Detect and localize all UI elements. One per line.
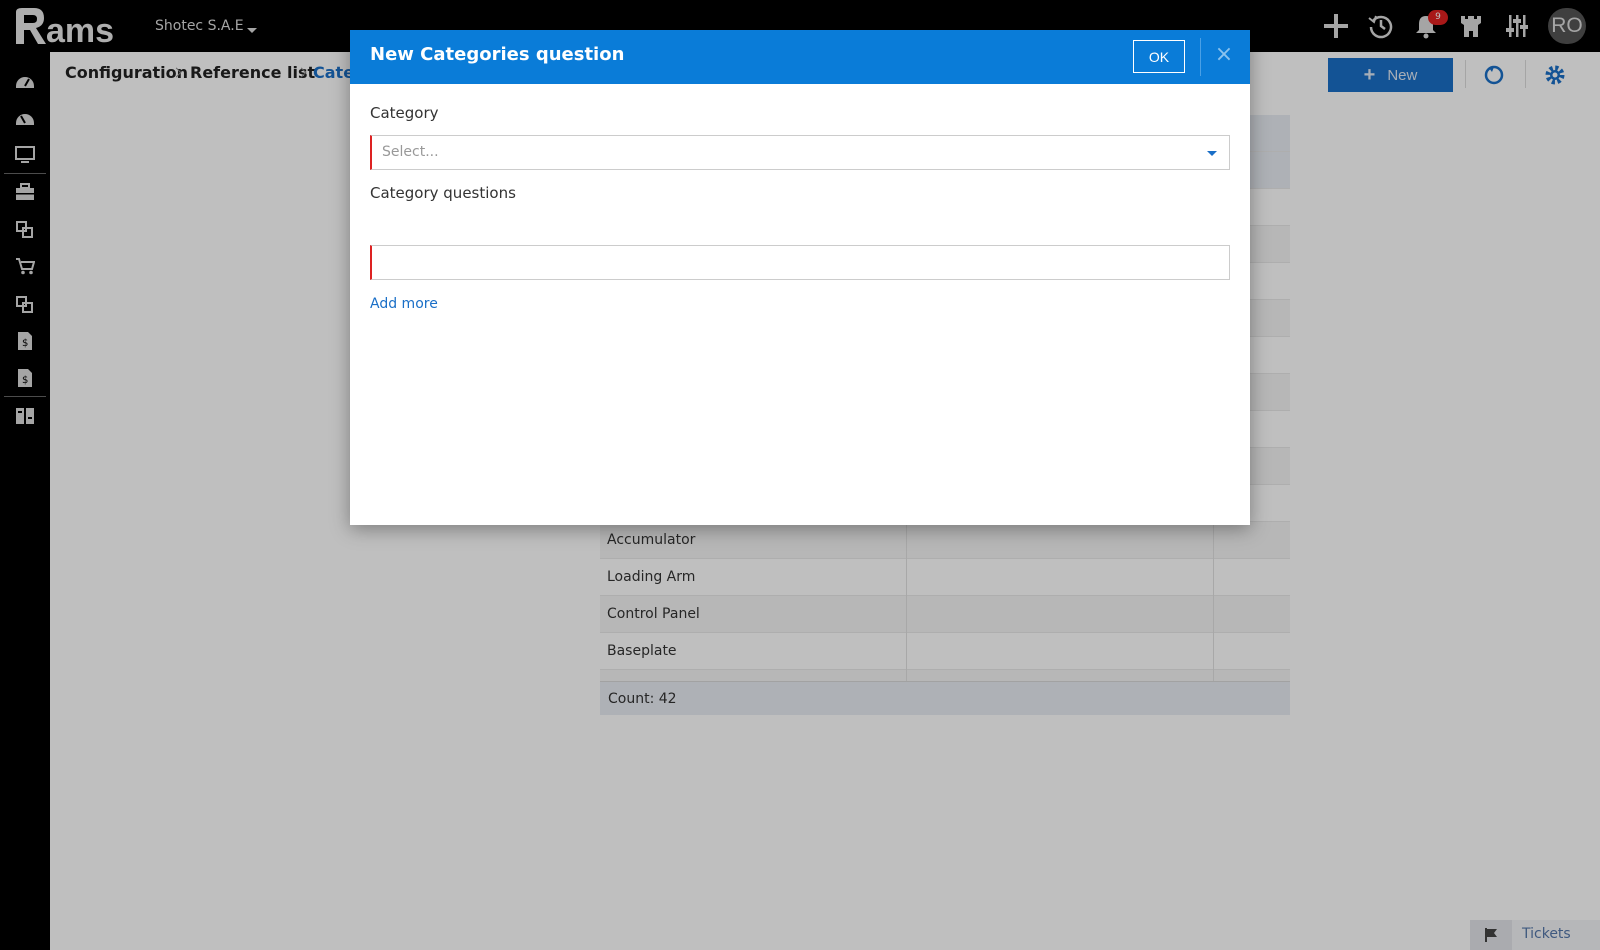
dialog-header: New Categories question OK × [350,30,1250,84]
header-divider [1200,38,1201,76]
category-questions-label: Category questions [370,184,516,202]
chevron-down-icon [1207,151,1217,156]
close-icon[interactable]: × [1212,43,1236,67]
category-placeholder: Select... [382,144,439,160]
category-select[interactable]: Select... [370,135,1230,170]
category-label: Category [370,104,439,122]
ok-button[interactable]: OK [1133,40,1185,73]
category-question-input[interactable] [370,245,1230,280]
new-category-question-dialog: New Categories question OK × Category Se… [350,30,1250,525]
dialog-title: New Categories question [370,44,625,65]
add-more-link[interactable]: Add more [370,296,438,312]
